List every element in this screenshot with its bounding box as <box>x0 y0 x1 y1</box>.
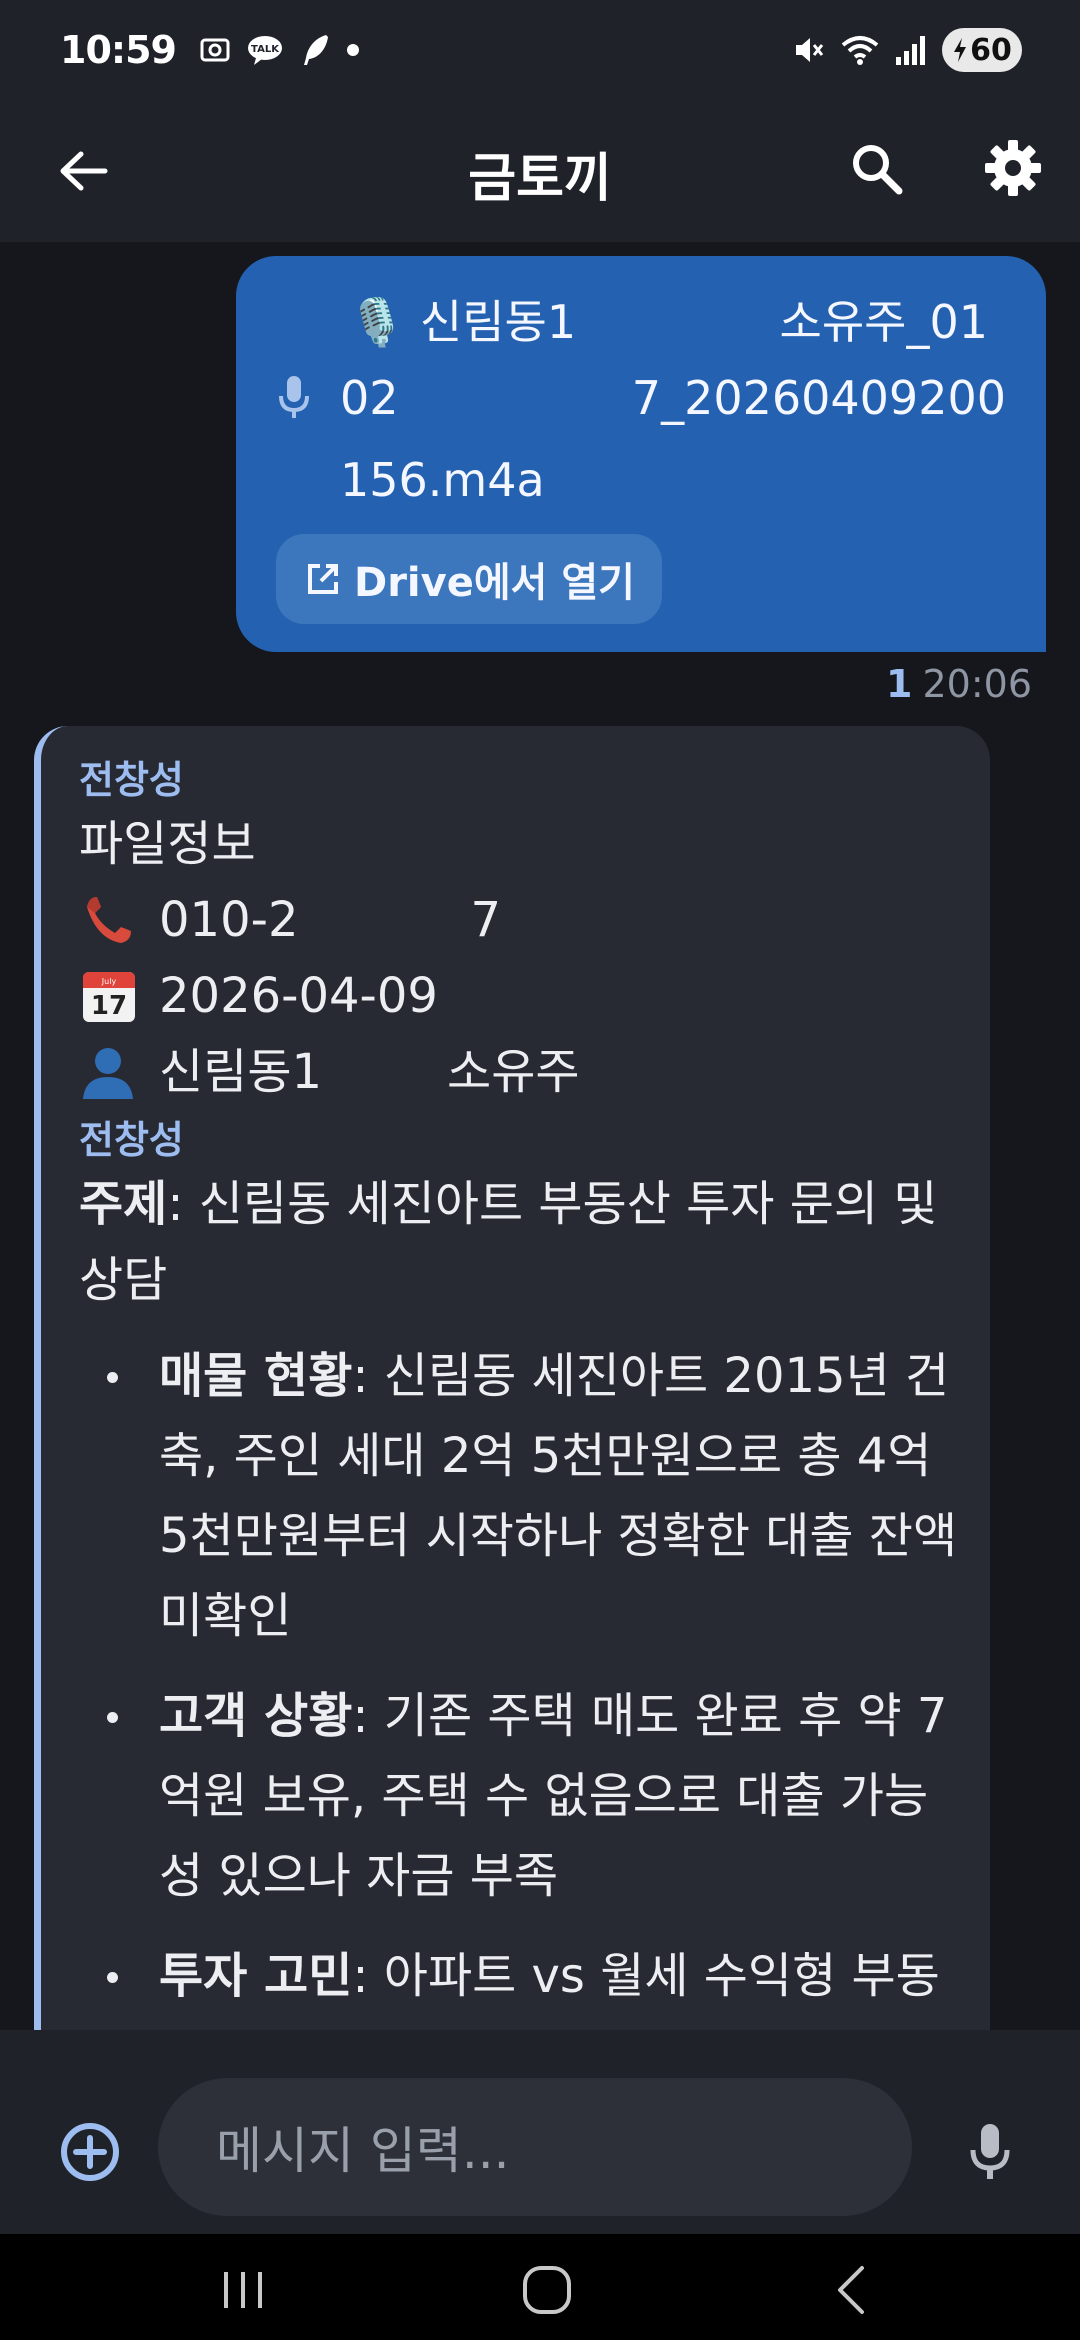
file-name-line-1: 🎙️ 신림동1 소유주_01 <box>340 284 1006 360</box>
unread-count: 1 <box>886 662 913 706</box>
mic-icon <box>970 2124 1010 2179</box>
topic-label: 주제 <box>79 1176 168 1232</box>
date-value: 2026-04-09 <box>159 968 438 1024</box>
message-time: 20:06 <box>922 662 1032 706</box>
topic-text: : 신림동 세진아트 부동산 투자 문의 및 상담 <box>79 1176 938 1308</box>
talk-icon: TALK <box>246 34 284 66</box>
chat-screen: 10:59 TALK 60 금토끼 🎙️ 신림동1 소유주_01 02 7_20… <box>0 0 1080 2340</box>
wifi-icon <box>840 33 880 67</box>
gear-icon <box>985 140 1041 196</box>
settings-button[interactable] <box>978 132 1048 204</box>
status-system-icons: 60 <box>792 28 1022 72</box>
status-time: 10:59 <box>60 28 177 72</box>
search-icon <box>853 145 903 195</box>
bullet-label: 고객 상황 <box>159 1688 353 1744</box>
mic-icon-column <box>276 360 340 442</box>
message-input-bar: 메시지 입력... <box>0 2030 1080 2234</box>
message-meta: 1 20:06 <box>886 662 1032 706</box>
file-name-extension: 156.m4a <box>340 453 545 507</box>
topic-paragraph: 주제: 신림동 세진아트 부동산 투자 문의 및 상담 <box>79 1166 939 1318</box>
home-button[interactable] <box>512 2262 582 2318</box>
list-item: 매물 현황: 신림동 세진아트 2015년 건축, 주인 세대 2억 5천만원으… <box>79 1336 959 1656</box>
home-icon <box>523 2266 571 2314</box>
svg-text:TALK: TALK <box>251 44 280 55</box>
bullet-text: : 아파트 vs 월세 수익형 부동 <box>352 1948 940 2004</box>
calendar-icon: July 17 <box>79 966 159 1026</box>
file-name-line-2: 02 7_20260409200 <box>340 360 1006 442</box>
person-icon <box>79 1043 159 1101</box>
recents-button[interactable] <box>206 2262 280 2318</box>
charging-icon <box>954 38 967 62</box>
recents-icon <box>224 2272 262 2308</box>
system-back-button[interactable] <box>824 2262 880 2318</box>
add-circle-icon <box>61 2123 119 2181</box>
svg-text:July: July <box>101 977 117 986</box>
open-external-icon <box>308 564 338 594</box>
bullet-label: 투자 고민 <box>159 1948 353 2004</box>
sender-name-2: 전창성 <box>79 1118 184 1162</box>
audio-file-name: 🎙️ 신림동1 소유주_01 <box>276 284 1006 360</box>
file-info-label: 파일정보 <box>79 816 256 872</box>
mic-icon-column <box>276 442 340 518</box>
svg-text:17: 17 <box>91 991 127 1021</box>
received-message-card[interactable]: 전창성 파일정보 010-2 7 July 17 2026-04-09 신림동1 … <box>34 726 990 2046</box>
status-notification-icons: TALK <box>198 32 360 68</box>
attach-button[interactable] <box>58 2120 122 2184</box>
sent-audio-message[interactable]: 🎙️ 신림동1 소유주_01 02 7_20260409200 156.m4a … <box>236 256 1046 652</box>
status-bar: 10:59 TALK 60 <box>0 0 1080 100</box>
sender-name: 전창성 <box>79 758 184 802</box>
person-name-right: 소유주 <box>447 1044 580 1100</box>
summary-list: 매물 현황: 신림동 세진아트 2015년 건축, 주인 세대 2억 5천만원으… <box>79 1336 959 2016</box>
signal-icon <box>894 33 928 67</box>
phone-number-left: 010-2 <box>159 892 299 948</box>
app-bar: 금토끼 <box>0 100 1080 242</box>
mute-icon <box>792 33 826 67</box>
audio-file-name-line-3: 156.m4a <box>276 442 1006 518</box>
mic-icon <box>279 376 309 418</box>
file-name-part-right: 7_20260409200 <box>631 371 1006 425</box>
file-name-suffix: 소유주_01 <box>779 295 989 349</box>
dot-icon <box>346 43 360 57</box>
battery-level: 60 <box>970 32 1012 68</box>
screenshot-icon <box>198 33 232 67</box>
mic-icon-column <box>276 284 340 360</box>
audio-file-name-line-2: 02 7_20260409200 <box>276 360 1006 442</box>
feather-icon <box>298 32 332 68</box>
back-icon <box>838 2266 864 2314</box>
open-in-drive-button[interactable]: Drive에서 열기 <box>276 534 662 624</box>
file-name-part-left: 02 <box>340 371 399 425</box>
phone-line: 010-2 7 <box>79 882 990 958</box>
message-input[interactable]: 메시지 입력... <box>158 2078 912 2216</box>
list-item: 고객 상황: 기존 주택 매도 완료 후 약 7억원 보유, 주택 수 없음으로… <box>79 1676 959 1916</box>
chat-title: 금토끼 <box>468 149 612 209</box>
date-line: July 17 2026-04-09 <box>79 958 990 1034</box>
voice-input-button[interactable] <box>962 2120 1018 2184</box>
open-in-drive-label: Drive에서 열기 <box>354 560 635 606</box>
bullet-label: 매물 현황 <box>159 1348 353 1404</box>
file-name-prefix: 🎙️ 신림동1 <box>348 295 577 349</box>
search-button[interactable] <box>842 134 912 204</box>
message-input-placeholder: 메시지 입력... <box>216 2122 510 2180</box>
phone-number-right: 7 <box>470 892 502 948</box>
system-nav-bar <box>0 2234 1080 2340</box>
person-line: 신림동1 소유주 <box>79 1034 990 1110</box>
person-name-left: 신림동1 <box>159 1044 323 1100</box>
telephone-icon <box>79 891 159 949</box>
battery-indicator: 60 <box>942 28 1022 72</box>
list-item: 투자 고민: 아파트 vs 월세 수익형 부동 <box>79 1936 959 2016</box>
